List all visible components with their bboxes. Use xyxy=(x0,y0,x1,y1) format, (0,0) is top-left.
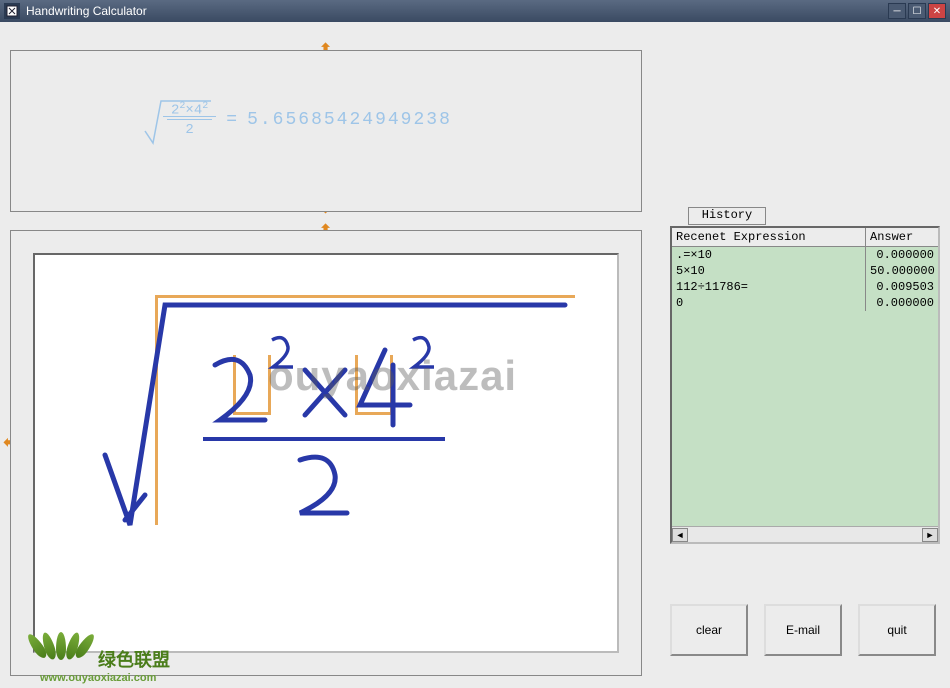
history-answer: 0.000000 xyxy=(866,295,938,311)
history-row[interactable]: 112÷11786=0.009503 xyxy=(672,279,938,295)
handwriting-canvas-panel xyxy=(10,230,642,676)
history-answer: 0.000000 xyxy=(866,247,938,263)
sqrt-icon: 22×42 2 xyxy=(161,101,216,139)
maximize-button[interactable]: ☐ xyxy=(908,3,926,19)
email-button[interactable]: E-mail xyxy=(764,604,842,656)
result-value: 5.65685424949238 xyxy=(247,110,452,130)
minimize-button[interactable]: ─ xyxy=(888,3,906,19)
history-header-answer[interactable]: Answer xyxy=(866,228,938,246)
history-scrollbar[interactable]: ◄ ► xyxy=(672,526,938,542)
history-tab[interactable]: History xyxy=(688,207,766,225)
history-expression: 112÷11786= xyxy=(672,279,866,295)
history-header: Recenet Expression Answer xyxy=(672,228,938,247)
window-titlebar: Handwriting Calculator ─ ☐ ✕ xyxy=(0,0,950,22)
history-expression: 0 xyxy=(672,295,866,311)
history-row[interactable]: 00.000000 xyxy=(672,295,938,311)
window-title: Handwriting Calculator xyxy=(26,4,147,18)
close-button[interactable]: ✕ xyxy=(928,3,946,19)
app-icon xyxy=(4,3,20,19)
history-panel: Recenet Expression Answer .=×100.0000005… xyxy=(670,226,940,544)
history-answer: 50.000000 xyxy=(866,263,938,279)
history-expression: 5×10 xyxy=(672,263,866,279)
equals-sign: = xyxy=(226,110,237,130)
history-row[interactable]: .=×100.000000 xyxy=(672,247,938,263)
clear-button[interactable]: clear xyxy=(670,604,748,656)
scroll-left-button[interactable]: ◄ xyxy=(672,528,688,542)
scroll-right-button[interactable]: ► xyxy=(922,528,938,542)
history-row[interactable]: 5×1050.000000 xyxy=(672,263,938,279)
quit-button[interactable]: quit xyxy=(858,604,936,656)
history-header-expression[interactable]: Recenet Expression xyxy=(672,228,866,246)
handwriting-canvas[interactable] xyxy=(33,253,619,653)
history-expression: .=×10 xyxy=(672,247,866,263)
history-answer: 0.009503 xyxy=(866,279,938,295)
result-preview-panel: 22×42 2 = 5.65685424949238 xyxy=(10,50,642,212)
